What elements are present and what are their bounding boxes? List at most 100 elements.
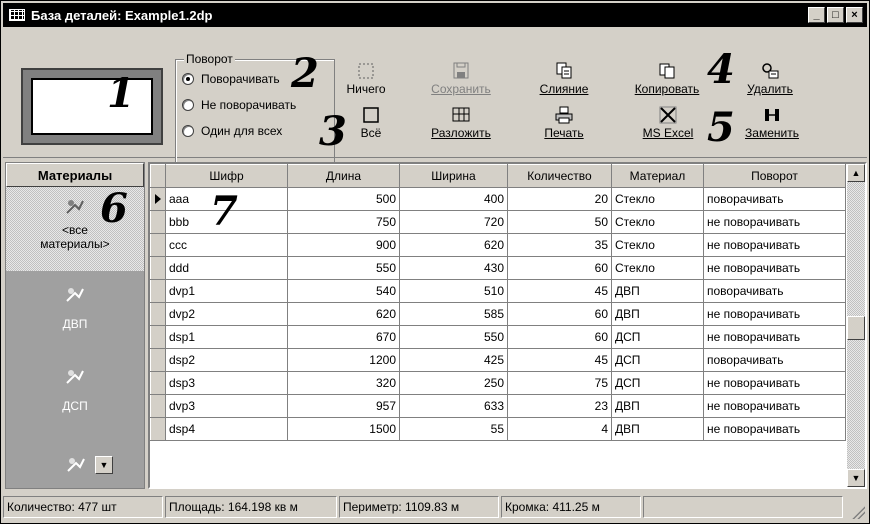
table-cell[interactable]: ДВП: [611, 417, 704, 441]
row-indicator[interactable]: [150, 302, 166, 326]
select-all-button[interactable]: Всё: [351, 106, 391, 140]
table-cell[interactable]: dsp4: [165, 417, 288, 441]
table-cell[interactable]: dsp3: [165, 371, 288, 395]
table-cell[interactable]: Стекло: [611, 210, 704, 234]
table-cell[interactable]: 540: [287, 279, 400, 303]
table-cell[interactable]: 550: [399, 325, 508, 349]
maximize-button[interactable]: □: [827, 7, 844, 23]
row-indicator[interactable]: [150, 348, 166, 372]
print-button[interactable]: Печать: [533, 106, 595, 140]
select-nothing-button[interactable]: Ничего: [341, 62, 391, 96]
column-header[interactable]: Длина: [287, 164, 400, 188]
table-cell[interactable]: 75: [507, 371, 612, 395]
merge-button[interactable]: Слияние: [533, 62, 595, 96]
excel-button[interactable]: MS Excel: [635, 106, 701, 140]
material-icon[interactable]: [64, 453, 88, 477]
table-cell[interactable]: не поворачивать: [703, 417, 846, 441]
table-cell[interactable]: 60: [507, 302, 612, 326]
table-cell[interactable]: 550: [287, 256, 400, 280]
table-row[interactable]: dsp1 670 550 60 ДСП не поворачивать: [150, 325, 846, 349]
table-cell[interactable]: 585: [399, 302, 508, 326]
table-cell[interactable]: 750: [287, 210, 400, 234]
materials-scroll-down-button[interactable]: ▼: [95, 456, 113, 474]
table-cell[interactable]: поворачивать: [703, 187, 846, 211]
table-cell[interactable]: ДВП: [611, 394, 704, 418]
table-cell[interactable]: dvp2: [165, 302, 288, 326]
table-cell[interactable]: 4: [507, 417, 612, 441]
arrange-button[interactable]: Разложить: [421, 106, 501, 140]
table-cell[interactable]: ДСП: [611, 348, 704, 372]
table-row[interactable]: bbb 750 720 50 Стекло не поворачивать: [150, 210, 846, 234]
table-cell[interactable]: ДВП: [611, 279, 704, 303]
row-indicator[interactable]: [150, 417, 166, 441]
table-row[interactable]: dvp2 620 585 60 ДВП не поворачивать: [150, 302, 846, 326]
table-cell[interactable]: 500: [287, 187, 400, 211]
table-cell[interactable]: 23: [507, 394, 612, 418]
table-cell[interactable]: не поворачивать: [703, 233, 846, 257]
grid-vertical-scrollbar[interactable]: ▲ ▼: [847, 164, 865, 487]
table-cell[interactable]: 633: [399, 394, 508, 418]
table-cell[interactable]: не поворачивать: [703, 302, 846, 326]
table-cell[interactable]: 55: [399, 417, 508, 441]
scroll-down-button[interactable]: ▼: [847, 469, 865, 487]
table-row[interactable]: ddd 550 430 60 Стекло не поворачивать: [150, 256, 846, 280]
table-cell[interactable]: 320: [287, 371, 400, 395]
radio-one-for-all[interactable]: Один для всех: [182, 124, 282, 138]
replace-button[interactable]: Заменить: [739, 106, 805, 140]
table-row[interactable]: aaa 500 400 20 Стекло поворачивать: [150, 187, 846, 211]
table-cell[interactable]: ДВП: [611, 302, 704, 326]
table-cell[interactable]: 957: [287, 394, 400, 418]
column-header[interactable]: Ширина: [399, 164, 508, 188]
table-cell[interactable]: поворачивать: [703, 279, 846, 303]
table-cell[interactable]: Стекло: [611, 256, 704, 280]
table-cell[interactable]: не поворачивать: [703, 394, 846, 418]
row-indicator[interactable]: [150, 187, 166, 211]
copy-button[interactable]: Копировать: [627, 62, 707, 96]
table-cell[interactable]: не поворачивать: [703, 210, 846, 234]
table-cell[interactable]: поворачивать: [703, 348, 846, 372]
table-cell[interactable]: 60: [507, 256, 612, 280]
table-row[interactable]: dsp3 320 250 75 ДСП не поворачивать: [150, 371, 846, 395]
table-cell[interactable]: 35: [507, 233, 612, 257]
table-cell[interactable]: ДСП: [611, 325, 704, 349]
row-indicator[interactable]: [150, 371, 166, 395]
row-indicator[interactable]: [150, 233, 166, 257]
column-header[interactable]: Количество: [507, 164, 612, 188]
scroll-thumb[interactable]: [847, 316, 865, 340]
column-header[interactable]: Материал: [611, 164, 704, 188]
material-item-dsp[interactable]: ДСП: [6, 361, 144, 431]
radio-button[interactable]: [182, 125, 194, 137]
radio-no-rotate[interactable]: Не поворачивать: [182, 98, 296, 112]
table-cell[interactable]: 60: [507, 325, 612, 349]
table-cell[interactable]: dsp2: [165, 348, 288, 372]
delete-button[interactable]: Удалить: [739, 62, 801, 96]
table-cell[interactable]: dvp3: [165, 394, 288, 418]
resize-grip[interactable]: [851, 505, 865, 519]
table-cell[interactable]: 1200: [287, 348, 400, 372]
radio-button[interactable]: [182, 73, 194, 85]
table-cell[interactable]: 510: [399, 279, 508, 303]
table-cell[interactable]: не поворачивать: [703, 256, 846, 280]
table-cell[interactable]: 430: [399, 256, 508, 280]
scroll-up-button[interactable]: ▲: [847, 164, 865, 182]
table-cell[interactable]: 720: [399, 210, 508, 234]
table-cell[interactable]: Стекло: [611, 233, 704, 257]
table-cell[interactable]: 50: [507, 210, 612, 234]
row-indicator[interactable]: [150, 256, 166, 280]
table-cell[interactable]: 45: [507, 348, 612, 372]
table-cell[interactable]: ccc: [165, 233, 288, 257]
row-indicator[interactable]: [150, 210, 166, 234]
table-cell[interactable]: 250: [399, 371, 508, 395]
table-cell[interactable]: 425: [399, 348, 508, 372]
column-header[interactable]: Шифр: [165, 164, 288, 188]
table-row[interactable]: dsp2 1200 425 45 ДСП поворачивать: [150, 348, 846, 372]
material-item-dvp[interactable]: ДВП: [6, 279, 144, 349]
table-cell[interactable]: dvp1: [165, 279, 288, 303]
table-cell[interactable]: 400: [399, 187, 508, 211]
table-cell[interactable]: 620: [287, 302, 400, 326]
table-cell[interactable]: 670: [287, 325, 400, 349]
table-cell[interactable]: 20: [507, 187, 612, 211]
table-cell[interactable]: ddd: [165, 256, 288, 280]
column-header[interactable]: Поворот: [703, 164, 846, 188]
table-cell[interactable]: 900: [287, 233, 400, 257]
